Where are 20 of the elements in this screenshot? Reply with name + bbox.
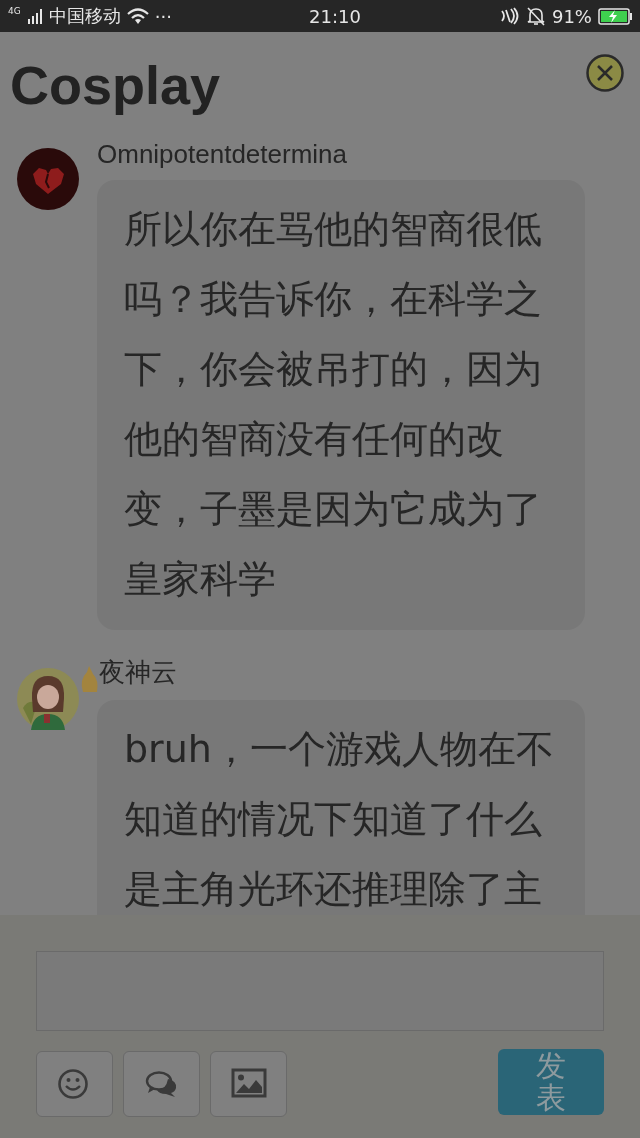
image-button[interactable]	[210, 1051, 287, 1117]
author-name: 夜神云	[99, 656, 177, 689]
muted-bell-icon	[525, 6, 546, 26]
send-button[interactable]: 发表	[498, 1049, 604, 1115]
image-icon	[230, 1068, 267, 1100]
more-indicator: ···	[154, 5, 172, 27]
clock: 21:10	[309, 5, 361, 27]
battery-icon	[598, 7, 632, 25]
smiley-button[interactable]	[36, 1051, 113, 1117]
carrier-name: 中国移动	[48, 4, 121, 28]
message-text: bruh，一个游戏人物在不知道的情况下知道了什么是主角光环还推理除了主	[124, 726, 555, 913]
signal-icon	[26, 7, 43, 25]
page-title: Cosplay	[10, 54, 221, 117]
close-icon[interactable]	[586, 54, 624, 92]
speech-bubbles-button[interactable]	[123, 1051, 200, 1117]
message-text: 所以你在骂他的智商很低吗？我告诉你，在科学之下，你会被吊打的，因为他的智商没有任何的改变，子墨是因为它成为了皇家科学	[124, 206, 543, 603]
battery-percent: 91%	[551, 5, 592, 27]
author-name: Omnipotentdetermina	[97, 139, 348, 170]
network-type: 4G	[8, 7, 21, 16]
wifi-icon	[126, 7, 149, 25]
